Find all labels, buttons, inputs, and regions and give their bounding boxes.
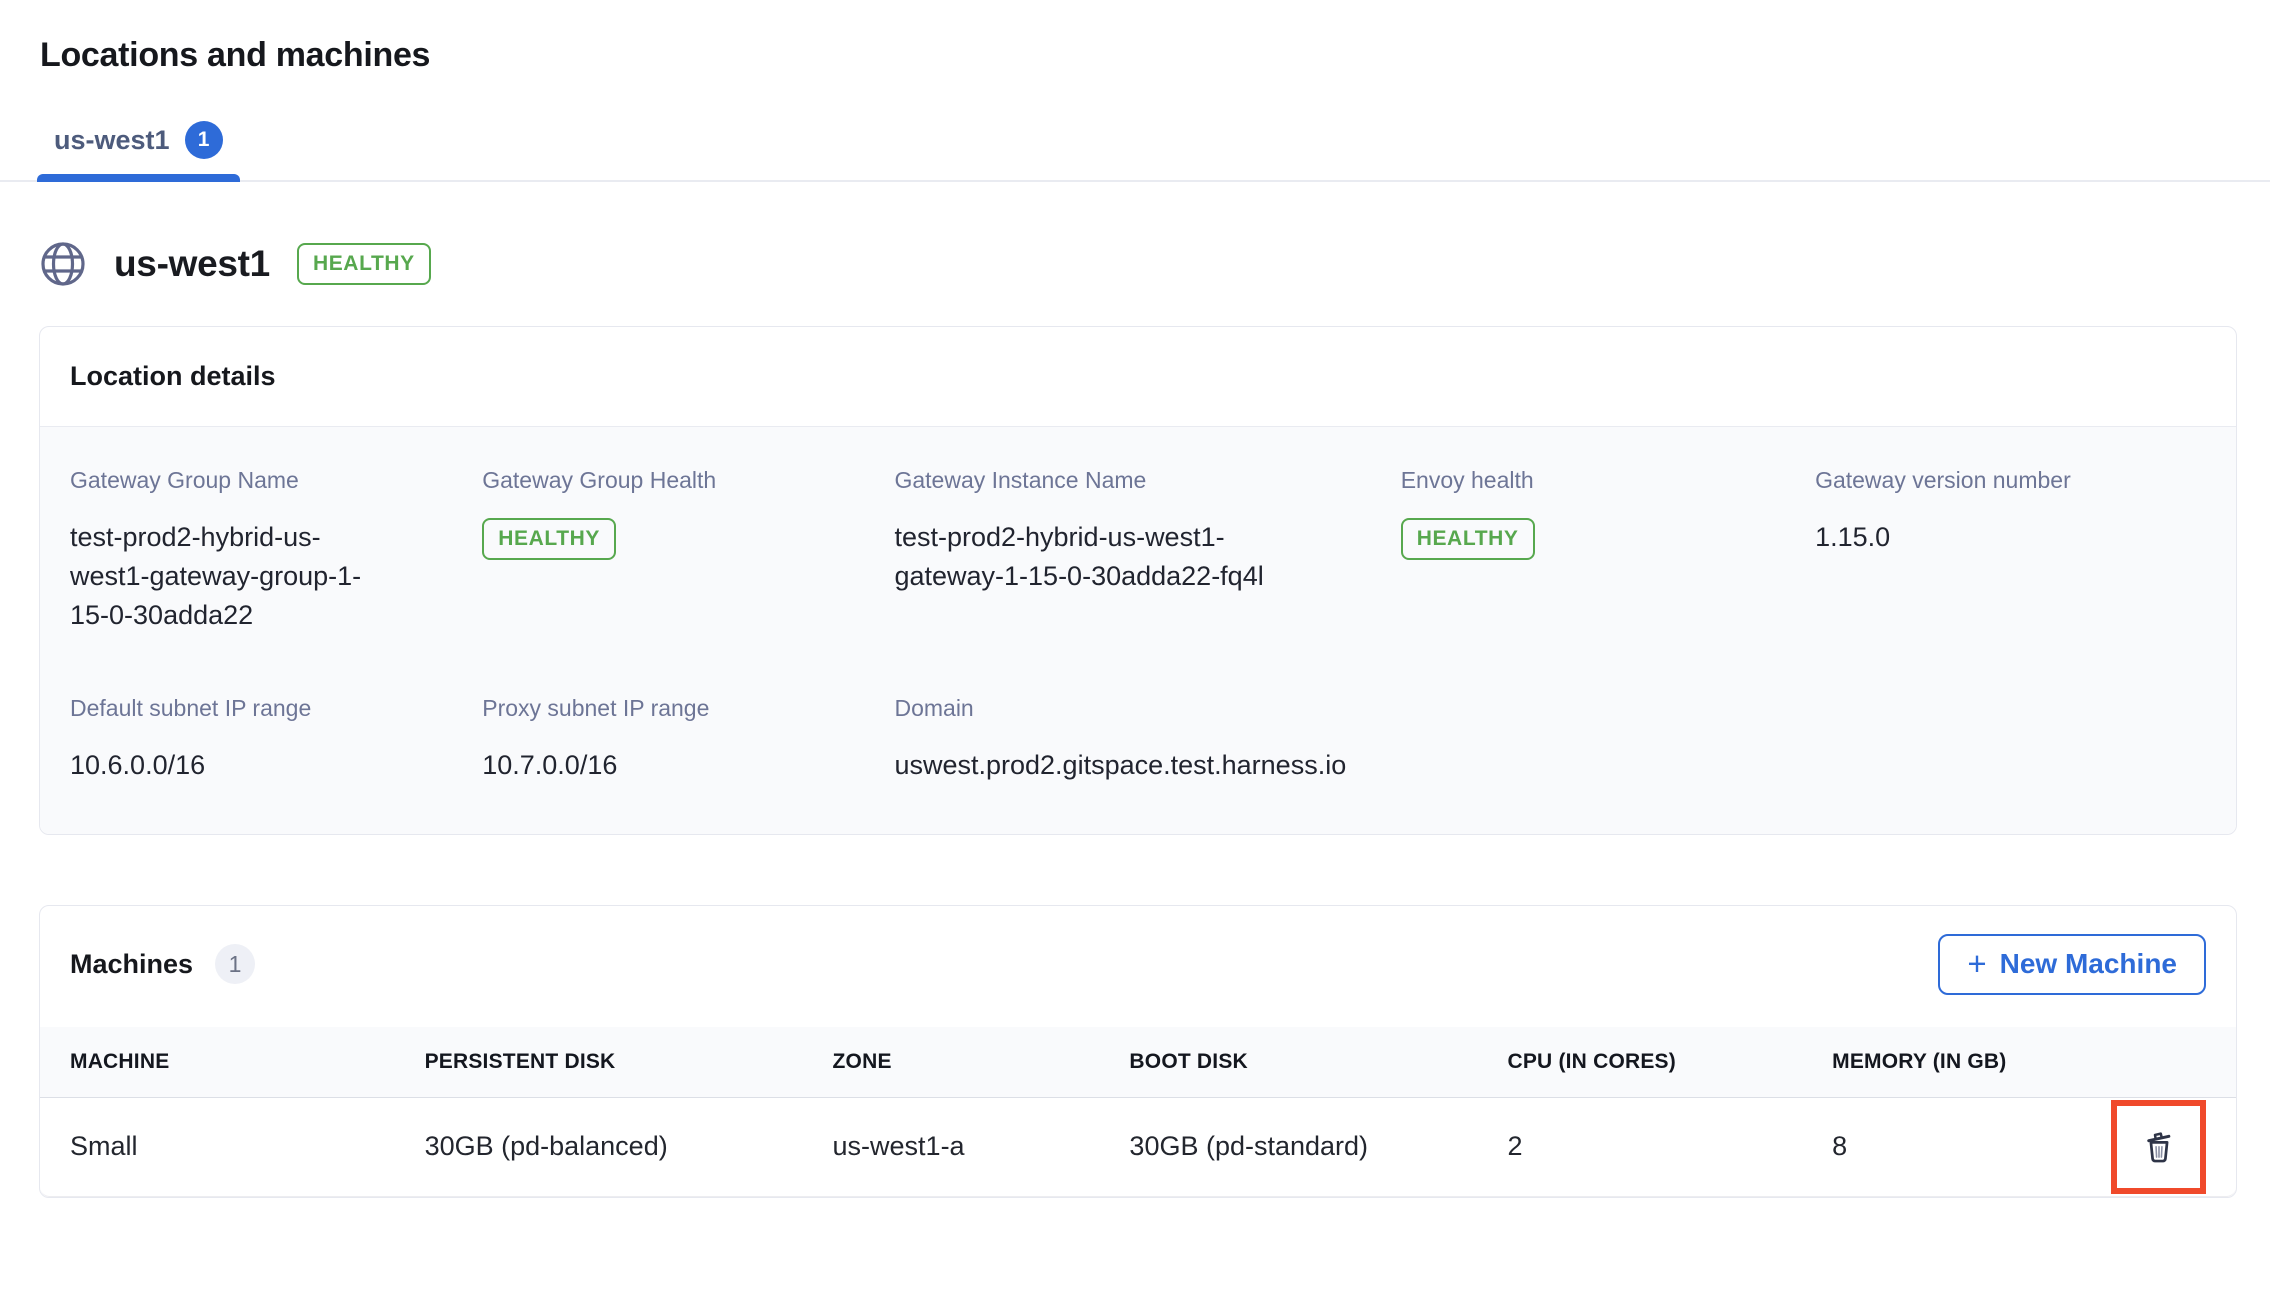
location-details-title: Location details	[40, 327, 2236, 426]
page-title: Locations and machines	[0, 0, 2270, 75]
field-label: Gateway version number	[1815, 467, 2206, 494]
tab-count-badge: 1	[185, 121, 223, 159]
field-label: Gateway Instance Name	[894, 467, 1400, 494]
cell-memory: 8	[1832, 1131, 2105, 1162]
delete-machine-button[interactable]	[2138, 1126, 2180, 1168]
details-row-1: Gateway Group Name test-prod2-hybrid-us-…	[70, 467, 2206, 635]
region-status-badge: HEALTHY	[297, 243, 431, 285]
field-gateway-group-health: Gateway Group Health HEALTHY	[482, 467, 894, 635]
delete-highlight-box	[2111, 1100, 2206, 1194]
field-label: Default subnet IP range	[70, 695, 482, 722]
cell-machine: Small	[70, 1131, 425, 1162]
field-label: Domain	[894, 695, 1400, 722]
gateway-group-health-badge: HEALTHY	[482, 518, 616, 560]
cell-persistent-disk: 30GB (pd-balanced)	[425, 1131, 833, 1162]
field-proxy-subnet: Proxy subnet IP range 10.7.0.0/16	[482, 695, 894, 785]
envoy-health-badge: HEALTHY	[1401, 518, 1535, 560]
field-value: 10.6.0.0/16	[70, 746, 482, 785]
plus-icon: +	[1967, 947, 1986, 980]
field-gateway-instance-name: Gateway Instance Name test-prod2-hybrid-…	[894, 467, 1400, 635]
field-gateway-version: Gateway version number 1.15.0	[1815, 467, 2206, 635]
field-envoy-health: Envoy health HEALTHY	[1401, 467, 1815, 635]
cell-actions	[2106, 1100, 2206, 1194]
cell-zone: us-west1-a	[833, 1131, 1130, 1162]
field-label: Gateway Group Name	[70, 467, 482, 494]
field-default-subnet: Default subnet IP range 10.6.0.0/16	[70, 695, 482, 785]
machines-table-header: MACHINE PERSISTENT DISK ZONE BOOT DISK C…	[40, 1027, 2236, 1098]
machine-row-small: Small 30GB (pd-balanced) us-west1-a 30GB…	[40, 1098, 2236, 1197]
cell-cpu: 2	[1507, 1131, 1832, 1162]
machines-title: Machines	[70, 949, 193, 980]
machines-count-badge: 1	[215, 944, 255, 984]
location-details-body: Gateway Group Name test-prod2-hybrid-us-…	[40, 426, 2236, 834]
field-value: 1.15.0	[1815, 518, 2206, 557]
field-label: Gateway Group Health	[482, 467, 894, 494]
new-machine-button[interactable]: + New Machine	[1938, 934, 2206, 995]
machines-header: Machines 1 + New Machine	[40, 906, 2236, 1027]
col-zone: ZONE	[833, 1027, 1130, 1097]
col-machine: MACHINE	[70, 1027, 425, 1097]
col-persistent-disk: PERSISTENT DISK	[425, 1027, 833, 1097]
location-tabbar: us-west1 1	[0, 121, 2270, 182]
field-label: Envoy health	[1401, 467, 1815, 494]
cell-boot-disk: 30GB (pd-standard)	[1129, 1131, 1507, 1162]
field-gateway-group-name: Gateway Group Name test-prod2-hybrid-us-…	[70, 467, 482, 635]
col-actions	[2106, 1039, 2206, 1085]
active-tab-underline	[37, 174, 240, 182]
region-name: us-west1	[114, 243, 270, 285]
field-value: uswest.prod2.gitspace.test.harness.io	[894, 746, 1400, 785]
field-value: test-prod2-hybrid-us-west1-gateway-1-15-…	[894, 518, 1329, 596]
location-details-card: Location details Gateway Group Name test…	[39, 326, 2237, 835]
tab-us-west1[interactable]: us-west1 1	[37, 121, 240, 180]
field-value: 10.7.0.0/16	[482, 746, 894, 785]
machines-card: Machines 1 + New Machine MACHINE PERSIST…	[39, 905, 2237, 1198]
col-memory: MEMORY (IN GB)	[1832, 1027, 2105, 1097]
region-header: us-west1 HEALTHY	[39, 240, 2270, 288]
tab-label: us-west1	[54, 125, 170, 156]
trash-icon	[2138, 1126, 2180, 1168]
globe-icon	[39, 240, 87, 288]
field-label: Proxy subnet IP range	[482, 695, 894, 722]
field-value: test-prod2-hybrid-us-west1-gateway-group…	[70, 518, 385, 635]
col-boot-disk: BOOT DISK	[1129, 1027, 1507, 1097]
field-domain: Domain uswest.prod2.gitspace.test.harnes…	[894, 695, 1400, 785]
new-machine-button-label: New Machine	[2000, 948, 2177, 980]
col-cpu: CPU (IN CORES)	[1507, 1027, 1832, 1097]
details-row-2: Default subnet IP range 10.6.0.0/16 Prox…	[70, 695, 2206, 785]
